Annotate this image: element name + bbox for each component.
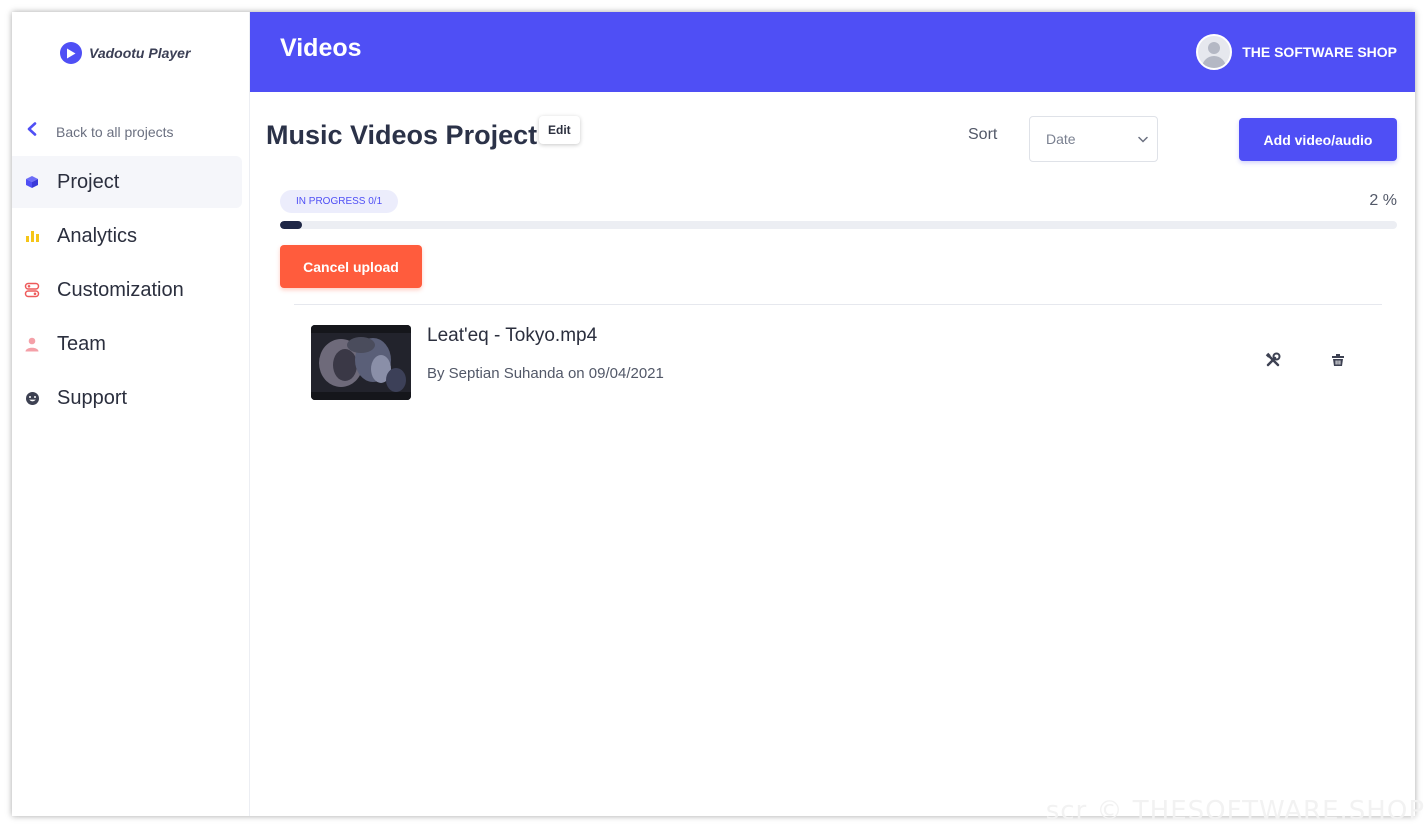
smiley-icon xyxy=(24,390,40,406)
app-logo[interactable]: Vadootu Player xyxy=(60,42,190,64)
main-content: Music Videos Project Edit Sort Date Add … xyxy=(250,92,1415,816)
app-window: Vadootu Player Back to all projects Proj… xyxy=(12,12,1415,816)
customization-icon xyxy=(24,282,40,298)
sidebar-item-team[interactable]: Team xyxy=(12,318,242,370)
app-name: Vadootu Player xyxy=(89,45,191,61)
project-title: Music Videos Project xyxy=(266,120,538,150)
sidebar-item-label: Project xyxy=(57,170,120,193)
tools-icon xyxy=(1265,352,1281,373)
watermark: scr © THESOFTWARE.SHOP xyxy=(1045,796,1425,826)
delete-video-button[interactable] xyxy=(1327,351,1349,373)
user-icon xyxy=(24,336,40,352)
account-name: THE SOFTWARE SHOP xyxy=(1242,44,1397,60)
bar-chart-icon xyxy=(24,228,40,244)
upload-status-badge: IN PROGRESS 0/1 xyxy=(280,190,399,213)
sidebar-item-label: Customization xyxy=(57,278,184,301)
top-header: Videos THE SOFTWARE SHOP xyxy=(250,12,1415,92)
avatar xyxy=(1196,34,1233,70)
sort-select[interactable]: Date xyxy=(1029,116,1158,162)
upload-percent: 2 % xyxy=(1369,192,1397,209)
sidebar-item-label: Analytics xyxy=(57,224,138,247)
sort-selected-value: Date xyxy=(1046,131,1076,147)
sidebar-item-support[interactable]: Support xyxy=(12,372,242,424)
sidebar-item-label: Support xyxy=(57,386,128,409)
upload-progress-fill xyxy=(280,221,303,229)
sidebar-item-project[interactable]: Project xyxy=(12,156,242,208)
sort-label: Sort xyxy=(968,126,998,143)
page-title: Videos xyxy=(280,34,362,62)
chevron-down-icon xyxy=(1138,130,1148,148)
upload-progress-bar xyxy=(280,221,1397,229)
add-video-audio-button[interactable]: Add video/audio xyxy=(1239,118,1397,161)
video-list-item[interactable]: Leat'eq - Tokyo.mp4 By Septian Suhanda o… xyxy=(311,325,1371,401)
sidebar: Vadootu Player Back to all projects Proj… xyxy=(12,12,250,816)
video-thumbnail[interactable] xyxy=(311,325,411,400)
chevron-left-icon xyxy=(26,122,38,141)
sidebar-nav: Project Analytics Customization Team Sup… xyxy=(12,156,250,426)
video-title: Leat'eq - Tokyo.mp4 xyxy=(427,325,598,346)
account-menu[interactable]: THE SOFTWARE SHOP xyxy=(1196,34,1397,70)
back-link-label: Back to all projects xyxy=(56,123,174,140)
back-to-projects-link[interactable]: Back to all projects xyxy=(26,122,174,141)
cube-icon xyxy=(24,174,40,190)
edit-button[interactable]: Edit xyxy=(539,116,580,144)
sidebar-item-customization[interactable]: Customization xyxy=(12,264,242,316)
video-meta: By Septian Suhanda on 09/04/2021 xyxy=(427,365,664,382)
divider xyxy=(294,304,1382,305)
video-settings-button[interactable] xyxy=(1262,351,1284,373)
cancel-upload-button[interactable]: Cancel upload xyxy=(280,245,422,288)
play-logo-icon xyxy=(60,42,82,64)
sidebar-item-analytics[interactable]: Analytics xyxy=(12,210,242,262)
trash-icon xyxy=(1331,353,1345,372)
sidebar-item-label: Team xyxy=(57,332,106,355)
